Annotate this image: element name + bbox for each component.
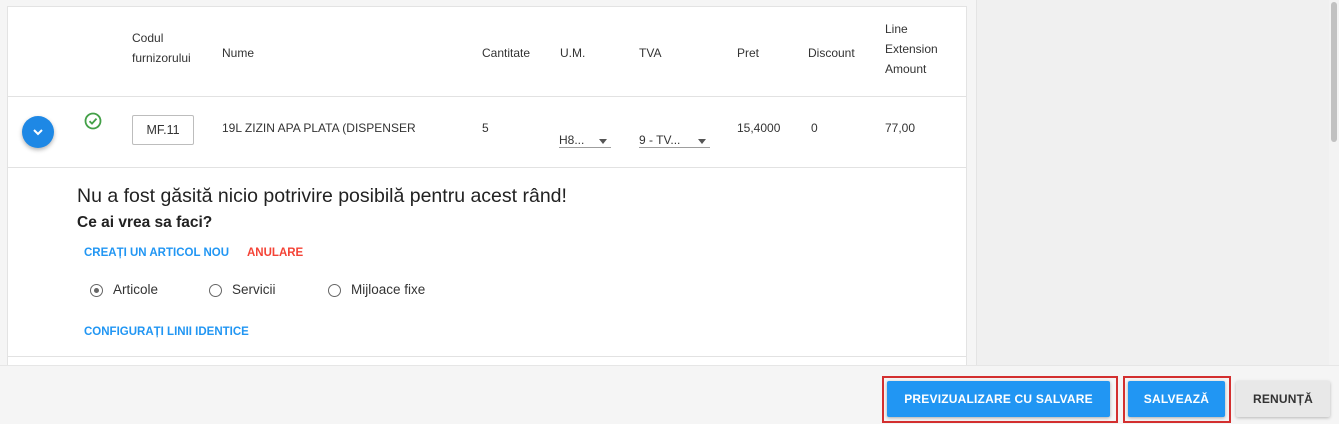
dropdown-arrow-icon xyxy=(698,139,706,144)
header-supplier-code: Codul furnizorului xyxy=(132,28,191,68)
item-name: 19L ZIZIN APA PLATA (DISPENSER xyxy=(222,121,416,135)
side-panel xyxy=(976,0,1339,365)
header-quantity: Cantitate xyxy=(482,46,531,60)
radio-unchecked-icon xyxy=(328,284,341,297)
chevron-down-icon xyxy=(33,129,43,136)
table-header: Codul furnizorului Nume Cantitate U.M. T… xyxy=(8,7,966,97)
item-line-amount: 77,00 xyxy=(885,121,916,135)
invoice-lines-card: Codul furnizorului Nume Cantitate U.M. T… xyxy=(7,6,967,377)
header-vat: TVA xyxy=(639,46,662,60)
header-unit: U.M. xyxy=(560,46,586,60)
header-name: Nume xyxy=(222,46,255,60)
header-supplier-code-line2: furnizorului xyxy=(132,51,191,65)
unit-select[interactable]: H8... xyxy=(559,121,611,148)
unit-select-value: H8... xyxy=(559,133,585,147)
radio-unchecked-icon xyxy=(209,284,222,297)
expand-row-button[interactable] xyxy=(22,116,54,148)
header-price: Pret xyxy=(737,46,760,60)
radio-checked-icon xyxy=(90,284,103,297)
cancel-link[interactable]: ANULARE xyxy=(247,247,303,259)
no-match-panel: Nu a fost găsită nicio potrivire posibil… xyxy=(8,168,966,357)
action-question: Ce ai vrea sa faci? xyxy=(77,214,213,231)
radio-mijloace-fixe-label: Mijloace fixe xyxy=(351,282,426,297)
header-line-amount-line1: Line xyxy=(885,22,908,36)
radio-servicii[interactable]: Servicii xyxy=(209,282,276,297)
header-discount: Discount xyxy=(808,46,855,60)
table-row: MF.11 19L ZIZIN APA PLATA (DISPENSER 5 H… xyxy=(8,97,966,168)
item-quantity: 5 xyxy=(482,121,489,135)
header-line-amount-line2: Extension xyxy=(885,42,938,56)
header-line-amount: Line Extension Amount xyxy=(885,19,938,79)
no-match-message: Nu a fost găsită nicio potrivire posibil… xyxy=(77,185,567,207)
configure-identical-lines-link[interactable]: CONFIGURAȚI LINII IDENTICE xyxy=(84,326,249,338)
check-circle-icon xyxy=(84,112,102,130)
highlight-frame-save xyxy=(1123,376,1231,423)
radio-articole-label: Articole xyxy=(113,282,159,297)
dropdown-arrow-icon xyxy=(599,139,607,144)
header-supplier-code-line1: Codul xyxy=(132,31,164,45)
scrollbar-thumb[interactable] xyxy=(1331,2,1337,142)
create-new-article-link[interactable]: CREAȚI UN ARTICOL NOU xyxy=(84,247,229,259)
vat-select-value: 9 - TV... xyxy=(639,133,681,147)
cancel-button[interactable]: RENUNȚĂ xyxy=(1236,381,1330,417)
radio-articole[interactable]: Articole xyxy=(90,282,158,297)
radio-mijloace-fixe[interactable]: Mijloace fixe xyxy=(328,282,425,297)
radio-servicii-label: Servicii xyxy=(232,282,276,297)
supplier-code-input[interactable]: MF.11 xyxy=(132,115,194,145)
vat-select[interactable]: 9 - TV... xyxy=(639,121,710,148)
highlight-frame-preview-save xyxy=(882,376,1118,423)
item-price: 15,4000 xyxy=(737,121,781,135)
header-line-amount-line3: Amount xyxy=(885,62,927,76)
item-discount: 0 xyxy=(811,121,818,135)
